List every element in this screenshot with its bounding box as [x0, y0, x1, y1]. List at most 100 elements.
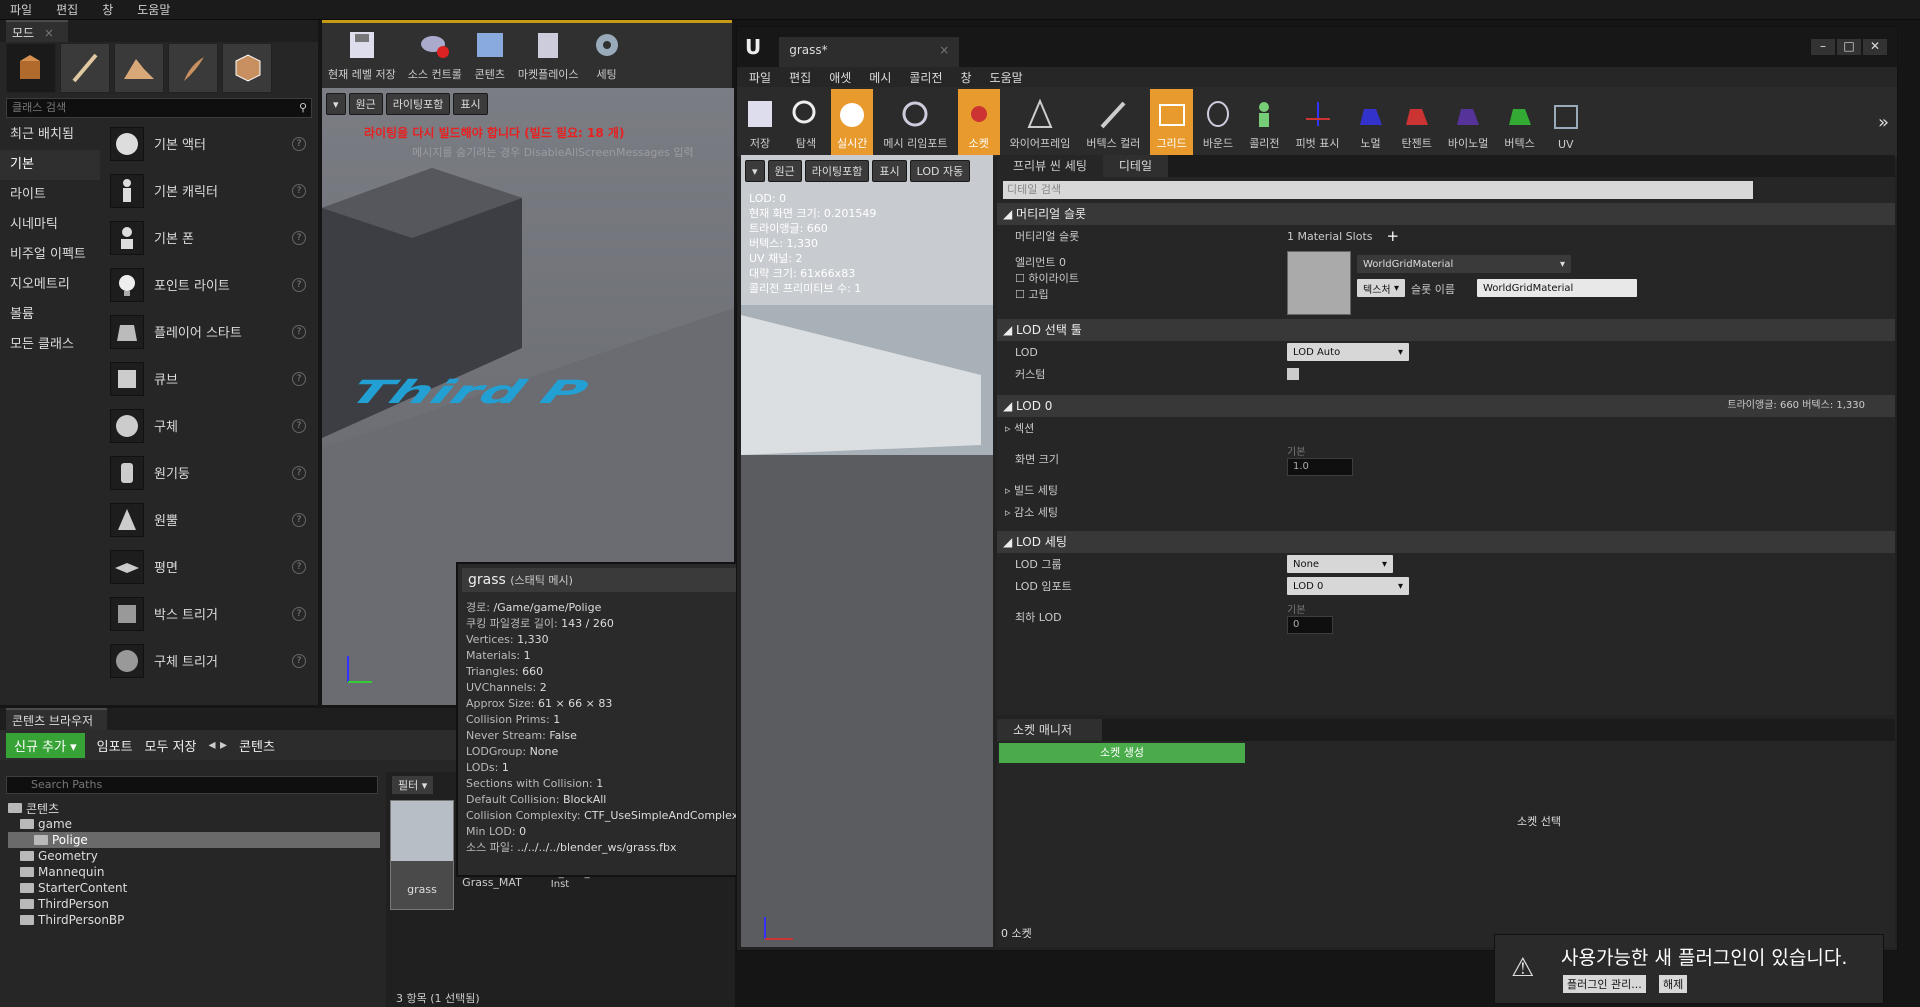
- content-button[interactable]: 콘텐츠: [468, 24, 512, 88]
- mesh-viewport[interactable]: ▾ 원근 라이팅포함 표시 LOD 자동 LOD: 0 현재 화면 크기: 0.…: [741, 155, 993, 947]
- editor-menu-file[interactable]: 파일: [749, 69, 771, 86]
- item-cone[interactable]: 원뿔?: [104, 496, 314, 543]
- maximize-icon[interactable]: □: [1837, 39, 1861, 55]
- tree-starter-content[interactable]: StarterContent: [8, 880, 380, 896]
- editor-menu-edit[interactable]: 편집: [789, 69, 811, 86]
- category-lights[interactable]: 라이트: [0, 180, 100, 210]
- editor-menu-asset[interactable]: 애셋: [829, 69, 851, 86]
- section-material-slots[interactable]: ◢ 머티리얼 슬롯: [997, 203, 1895, 225]
- marketplace-button[interactable]: 마켓플레이스: [512, 24, 585, 88]
- material-thumbnail[interactable]: [1287, 251, 1351, 315]
- item-plane[interactable]: 평면?: [104, 543, 314, 590]
- item-cube[interactable]: 큐브?: [104, 355, 314, 402]
- place-mode-icon[interactable]: [6, 43, 56, 93]
- tb-socket-button[interactable]: 소켓: [957, 89, 1000, 155]
- section-lod-settings[interactable]: ◢ LOD 세팅: [997, 531, 1895, 553]
- item-point-light[interactable]: 포인트 라이트?: [104, 261, 314, 308]
- modes-tab[interactable]: 모드 ×: [6, 20, 68, 42]
- foliage-mode-icon[interactable]: [168, 43, 218, 93]
- section-lod0[interactable]: ◢ LOD 0 트라이앵글: 660 버텍스: 1,330: [997, 395, 1895, 417]
- highlight-checkbox-row[interactable]: ☐ 하이라이트: [1015, 271, 1079, 287]
- help-icon[interactable]: ?: [292, 559, 306, 574]
- tb-binormals-button[interactable]: 바이노멀: [1442, 89, 1494, 155]
- details-search-input[interactable]: 디테일 검색: [1003, 181, 1753, 199]
- help-icon[interactable]: ?: [292, 230, 306, 245]
- help-icon[interactable]: ?: [292, 465, 306, 480]
- preview-show-button[interactable]: 표시: [872, 160, 907, 182]
- tb-pivot-button[interactable]: 피벗 표시: [1290, 89, 1346, 155]
- tree-content-root[interactable]: 콘텐츠: [8, 800, 380, 816]
- lod-dropdown[interactable]: LOD Auto ▾: [1287, 343, 1409, 361]
- item-character[interactable]: 기본 캐릭터?: [104, 167, 314, 214]
- material-picker[interactable]: WorldGridMaterial ▾: [1357, 255, 1571, 273]
- category-basic[interactable]: 기본: [0, 150, 100, 180]
- item-box-trigger[interactable]: 박스 트리거?: [104, 590, 314, 637]
- create-socket-button[interactable]: 소켓 생성: [999, 743, 1245, 763]
- help-icon[interactable]: ?: [292, 324, 306, 339]
- editor-menu-help[interactable]: 도움말: [990, 69, 1023, 86]
- viewport-options-button[interactable]: ▾: [326, 93, 346, 115]
- geometry-mode-icon[interactable]: [222, 43, 272, 93]
- custom-checkbox[interactable]: [1287, 368, 1299, 380]
- close-window-icon[interactable]: ✕: [1863, 39, 1887, 55]
- tree-mannequin[interactable]: Mannequin: [8, 864, 380, 880]
- texture-dropdown[interactable]: 텍스처 ▾: [1357, 279, 1405, 297]
- lod-group-dropdown[interactable]: None ▾: [1287, 555, 1393, 573]
- save-level-button[interactable]: 현재 레벨 저장: [322, 24, 402, 88]
- menu-window[interactable]: 창: [102, 1, 113, 18]
- tree-third-person[interactable]: ThirdPerson: [8, 896, 380, 912]
- lod-import-dropdown[interactable]: LOD 0 ▾: [1287, 577, 1409, 595]
- tb-uv-button[interactable]: UV: [1545, 89, 1587, 155]
- editor-menu-mesh[interactable]: 메시: [869, 69, 891, 86]
- add-slot-icon[interactable]: +: [1387, 227, 1400, 245]
- editor-tab-grass[interactable]: grass* ×: [779, 37, 960, 67]
- minimize-icon[interactable]: –: [1811, 39, 1835, 55]
- menu-file[interactable]: 파일: [10, 1, 32, 18]
- help-icon[interactable]: ?: [292, 136, 306, 151]
- category-geometry[interactable]: 지오메트리: [0, 270, 100, 300]
- tab-details[interactable]: 디테일: [1102, 155, 1168, 177]
- asset-tile-grass-mat[interactable]: Grass_MAT: [458, 876, 526, 889]
- category-visual-effects[interactable]: 비주얼 이펙트: [0, 240, 100, 270]
- editor-menu-collision[interactable]: 콜리전: [909, 69, 942, 86]
- asset-tile-grass[interactable]: grass: [390, 800, 454, 910]
- preview-options-button[interactable]: ▾: [745, 160, 765, 182]
- item-empty-actor[interactable]: 기본 액터?: [104, 120, 314, 167]
- tb-grid-button[interactable]: 그리드: [1150, 89, 1193, 155]
- min-lod-input[interactable]: 0: [1287, 615, 1333, 634]
- search-paths-input[interactable]: Search Paths: [6, 776, 378, 794]
- isolate-checkbox-row[interactable]: ☐ 고립: [1015, 287, 1079, 303]
- tb-realtime-button[interactable]: 실시간: [831, 89, 874, 155]
- tree-polige[interactable]: Polige: [8, 832, 380, 848]
- help-icon[interactable]: ?: [292, 512, 306, 527]
- help-icon[interactable]: ?: [292, 653, 306, 668]
- tb-reimport-button[interactable]: 메시 리임포트: [877, 89, 953, 155]
- content-browser-tab[interactable]: 콘텐츠 브라우저: [6, 708, 108, 730]
- lit-button[interactable]: 라이팅포함: [385, 93, 451, 115]
- slot-name-input[interactable]: WorldGridMaterial: [1477, 279, 1637, 297]
- path-content-button[interactable]: 콘텐츠: [239, 736, 275, 755]
- lod-auto-button[interactable]: LOD 자동: [909, 160, 971, 182]
- category-volumes[interactable]: 볼륨: [0, 300, 100, 330]
- preview-perspective-button[interactable]: 원근: [767, 160, 802, 182]
- tb-wireframe-button[interactable]: 와이어프레임: [1004, 89, 1077, 155]
- filter-button[interactable]: 필터 ▾: [392, 776, 434, 794]
- help-icon[interactable]: ?: [292, 183, 306, 198]
- import-button[interactable]: 임포트: [97, 736, 133, 755]
- help-icon[interactable]: ?: [292, 418, 306, 433]
- item-cylinder[interactable]: 원기둥?: [104, 449, 314, 496]
- item-sphere-trigger[interactable]: 구체 트리거?: [104, 637, 314, 684]
- tab-preview-scene-settings[interactable]: 프리뷰 씬 세팅: [997, 155, 1103, 177]
- reduction-settings-row[interactable]: ▹ 감소 세팅: [997, 501, 1895, 523]
- help-icon[interactable]: ?: [292, 606, 306, 621]
- tb-normals-button[interactable]: 노멀: [1350, 89, 1392, 155]
- section-lod-picker[interactable]: ◢ LOD 선택 툴: [997, 319, 1895, 341]
- tb-tangents-button[interactable]: 탄젠트: [1396, 89, 1438, 155]
- preview-lit-button[interactable]: 라이팅포함: [804, 160, 870, 182]
- class-search-input[interactable]: 클래스 검색 ⚲: [6, 98, 312, 118]
- source-control-button[interactable]: 소스 컨트롤: [402, 24, 468, 88]
- history-back-icon[interactable]: ◂ ▸: [209, 737, 228, 753]
- perspective-button[interactable]: 원근: [348, 93, 383, 115]
- paint-mode-icon[interactable]: [60, 43, 110, 93]
- settings-button[interactable]: 세팅: [585, 24, 629, 88]
